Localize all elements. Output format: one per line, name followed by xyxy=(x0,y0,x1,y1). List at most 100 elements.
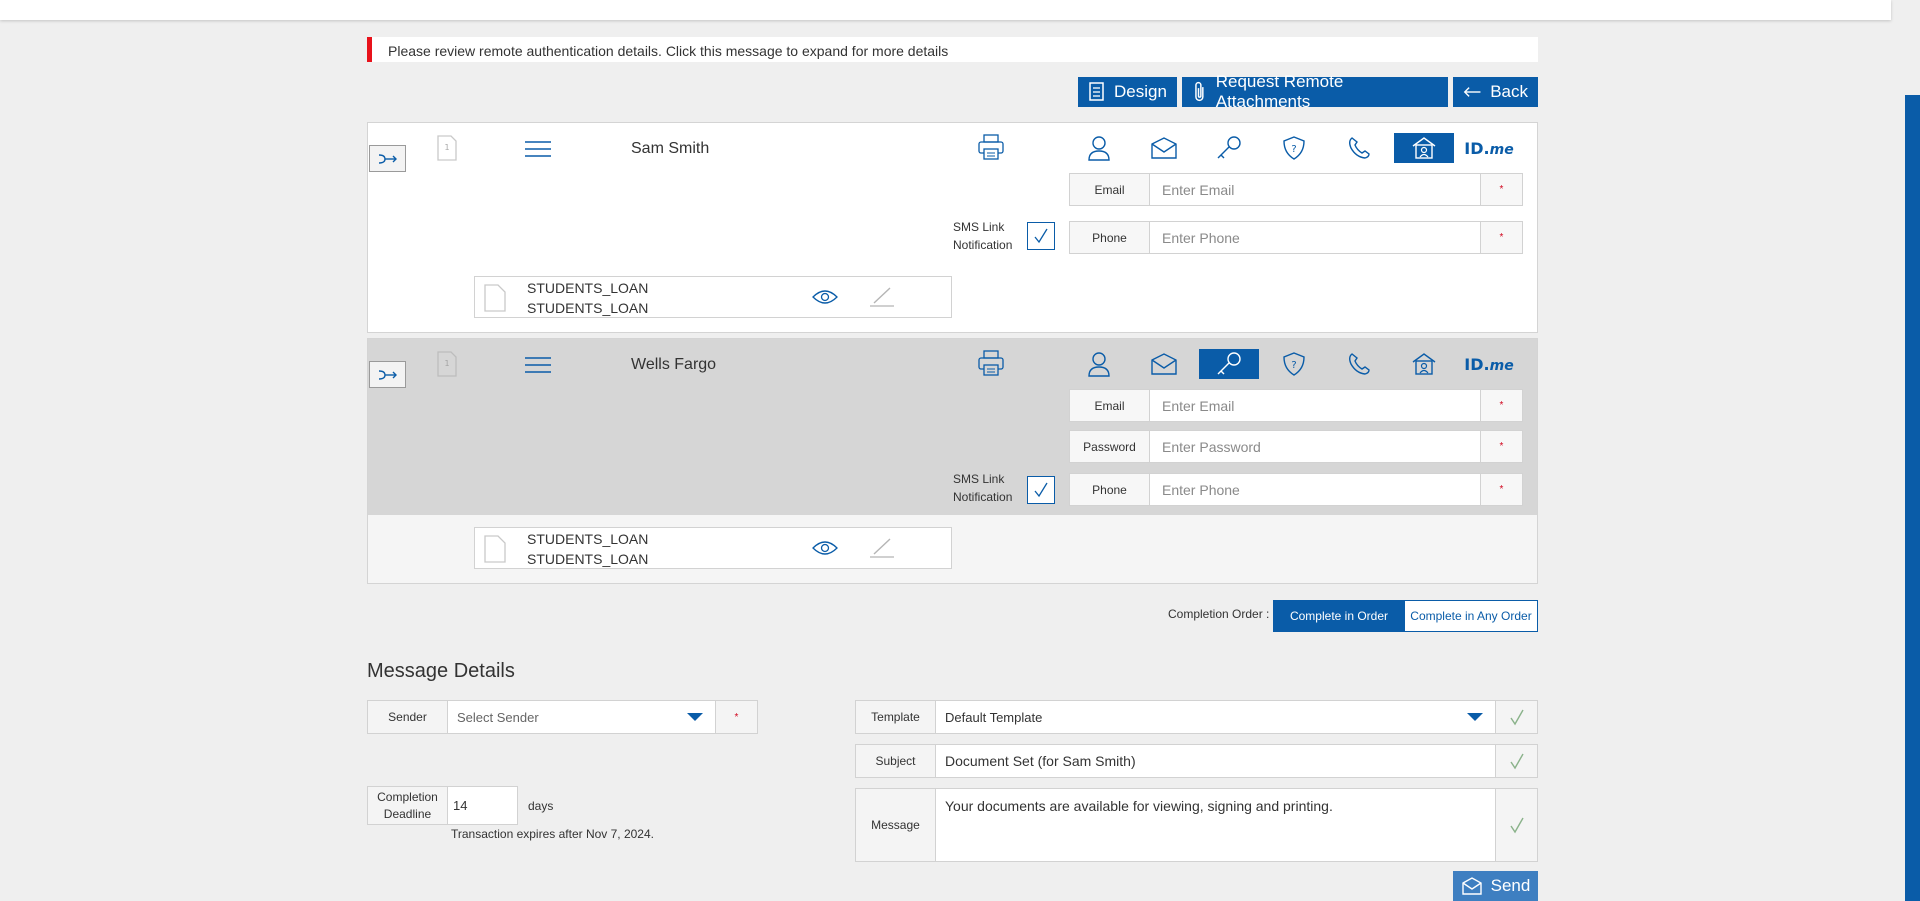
auth-phone-icon[interactable] xyxy=(1329,349,1389,379)
auth-key-icon[interactable] xyxy=(1199,349,1259,379)
sms-label-1: SMS Link xyxy=(953,472,1005,486)
menu-icon[interactable] xyxy=(525,140,551,163)
deadline-label: Completion Deadline xyxy=(368,787,448,824)
message-textarea[interactable]: Your documents are available for viewing… xyxy=(936,789,1496,861)
auth-key-icon[interactable] xyxy=(1199,133,1259,163)
auth-portal-icon[interactable] xyxy=(1394,349,1454,379)
recipient-panel-1: 1 Sam Smith ? ID.me Email * SMS Link Not… xyxy=(367,122,1538,333)
template-select[interactable]: Default Template xyxy=(936,701,1496,733)
phone-label: Phone xyxy=(1070,222,1150,253)
auth-envelope-icon[interactable] xyxy=(1134,133,1194,163)
message-valid xyxy=(1496,789,1537,861)
auth-phone-icon[interactable] xyxy=(1329,133,1389,163)
required-indicator: * xyxy=(1481,390,1522,421)
design-icon xyxy=(1089,82,1104,101)
auth-shield-question-icon[interactable]: ? xyxy=(1264,133,1324,163)
idme-main: ID. xyxy=(1464,138,1490,158)
eye-icon[interactable] xyxy=(812,289,838,305)
subject-valid xyxy=(1496,745,1537,777)
auth-methods: ? ID.me xyxy=(1069,349,1519,379)
arrow-left-icon xyxy=(1463,87,1481,97)
pen-icon[interactable] xyxy=(868,286,896,308)
sms-notification: SMS Link Notification xyxy=(953,218,1012,254)
phone-input[interactable] xyxy=(1150,222,1481,253)
route-button[interactable] xyxy=(369,145,406,172)
document-type: STUDENTS_LOAN xyxy=(527,300,649,316)
email-input[interactable] xyxy=(1150,174,1481,205)
auth-methods: ? ID.me xyxy=(1069,133,1519,163)
email-input[interactable] xyxy=(1150,390,1481,421)
message-label: Message xyxy=(856,789,936,861)
required-indicator: * xyxy=(1481,222,1522,253)
subject-field: Subject Document Set (for Sam Smith) xyxy=(855,744,1538,778)
svg-text:?: ? xyxy=(1291,144,1296,155)
auth-shield-question-icon[interactable]: ? xyxy=(1264,349,1324,379)
request-remote-attachments-button[interactable]: Request Remote Attachments xyxy=(1182,72,1448,111)
required-indicator: * xyxy=(1481,174,1522,205)
idme-suffix: me xyxy=(1489,141,1514,158)
completion-order-label: Completion Order : xyxy=(1168,607,1270,621)
sms-label-2: Notification xyxy=(953,490,1013,504)
auth-idme-logo[interactable]: ID.me xyxy=(1459,133,1519,163)
checkmark-icon xyxy=(1034,228,1048,244)
chevron-down-icon xyxy=(1467,713,1483,721)
subject-label: Subject xyxy=(856,745,936,777)
pen-icon[interactable] xyxy=(868,537,896,559)
sms-checkbox[interactable] xyxy=(1027,476,1055,504)
deadline-unit: days xyxy=(528,799,554,813)
recipient-panel-2: 1 Wells Fargo ? ID.me Email * Password *… xyxy=(367,338,1538,584)
top-bar xyxy=(0,0,1891,20)
password-input[interactable] xyxy=(1150,431,1481,462)
idme-main: ID. xyxy=(1464,354,1490,374)
auth-user-icon[interactable] xyxy=(1069,349,1129,379)
back-button[interactable]: Back xyxy=(1453,77,1538,107)
paperclip-icon xyxy=(1195,81,1204,102)
email-label: Email xyxy=(1070,174,1150,205)
design-label: Design xyxy=(1114,82,1167,101)
idme-suffix: me xyxy=(1489,357,1514,374)
recipient-name: Sam Smith xyxy=(631,140,710,157)
send-button[interactable]: Send xyxy=(1453,871,1538,901)
document-icon xyxy=(484,535,506,563)
route-button[interactable] xyxy=(369,361,406,388)
message-field: Message Your documents are available for… xyxy=(855,788,1538,862)
order-number: 1 xyxy=(444,359,449,368)
printer-icon[interactable] xyxy=(977,134,1005,165)
complete-in-order-button[interactable]: Complete in Order xyxy=(1273,600,1405,632)
required-indicator: * xyxy=(734,711,739,723)
email-label: Email xyxy=(1070,390,1150,421)
chevron-down-icon xyxy=(687,713,703,721)
sms-label-1: SMS Link xyxy=(953,220,1005,234)
sms-label-2: Notification xyxy=(953,238,1013,252)
checkmark-icon xyxy=(1509,753,1524,770)
required-indicator: * xyxy=(1481,431,1522,462)
sms-checkbox[interactable] xyxy=(1027,222,1055,250)
auth-review-notice[interactable]: Please review remote authentication deta… xyxy=(367,37,1538,62)
subject-input[interactable]: Document Set (for Sam Smith) xyxy=(936,745,1496,777)
complete-in-any-order-button[interactable]: Complete in Any Order xyxy=(1404,600,1538,632)
menu-icon[interactable] xyxy=(525,356,551,379)
document-name: STUDENTS_LOAN xyxy=(527,531,649,547)
sender-select[interactable]: Select Sender xyxy=(448,701,716,733)
auth-user-icon[interactable] xyxy=(1069,133,1129,163)
deadline-label-1: Completion xyxy=(377,789,438,804)
password-field: Password * xyxy=(1069,430,1523,463)
printer-icon[interactable] xyxy=(977,350,1005,381)
template-field: Template Default Template xyxy=(855,700,1538,734)
document-number-icon: 1 xyxy=(436,351,458,382)
deadline-label-2: Deadline xyxy=(383,806,432,821)
auth-idme-logo[interactable]: ID.me xyxy=(1459,349,1519,379)
expiry-note: Transaction expires after Nov 7, 2024. xyxy=(451,827,654,841)
design-button[interactable]: Design xyxy=(1078,77,1177,107)
right-scroll-indicator[interactable] xyxy=(1905,95,1920,901)
auth-envelope-icon[interactable] xyxy=(1134,349,1194,379)
email-field: Email * xyxy=(1069,389,1523,422)
deadline-input[interactable]: 14 xyxy=(448,787,517,824)
phone-label: Phone xyxy=(1070,474,1150,505)
auth-portal-icon[interactable] xyxy=(1394,133,1454,163)
document-name: STUDENTS_LOAN xyxy=(527,280,649,296)
eye-icon[interactable] xyxy=(812,540,838,556)
phone-input[interactable] xyxy=(1150,474,1481,505)
template-valid xyxy=(1496,701,1537,733)
message-details-title: Message Details xyxy=(367,660,515,682)
